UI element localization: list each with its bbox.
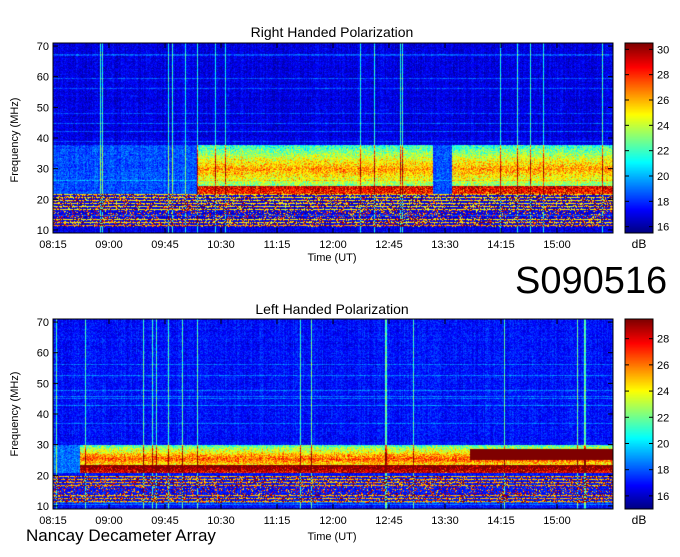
x-tick-label: 12:45 [375,239,403,251]
colorbar-tick-label: 28 [657,334,669,346]
x-tick-label: 09:45 [151,239,179,251]
y-tick-label: 30 [37,164,49,176]
lh-panel: Left Handed Polarization 08:15 09:00 09:45… [9,301,669,543]
x-tick-label: 13:30 [431,239,459,251]
colorbar-tick-label: 28 [657,70,669,82]
y-tick-label: 70 [37,317,49,329]
event-id-label: S090516 [515,260,668,302]
x-tick-label: 15:00 [543,515,571,527]
x-tick-label: 08:15 [39,239,67,251]
x-tick-label: 14:15 [487,515,515,527]
x-tick-label: 15:00 [543,239,571,251]
x-tick-label: 09:00 [95,239,123,251]
colorbar-tick-label: 24 [657,386,669,398]
colorbar-tick-label: 26 [657,95,669,107]
x-tick-label: 12:00 [319,239,347,251]
rh-colorbar-fo [625,43,653,233]
colorbar-tick-label: 24 [657,120,669,132]
lh-xlabel: Time (UT) [307,531,356,543]
colorbar-tick-label: 26 [657,360,669,372]
y-tick-label: 60 [37,72,49,84]
y-tick-label: 50 [37,378,49,390]
rh-colorbar-label: dB [632,237,647,251]
lh-colorbar-fo [625,319,653,509]
rh-title: Right Handed Polarization [251,24,414,40]
y-tick-label: 10 [37,225,49,237]
lh-title: Left Handed Polarization [255,301,408,317]
y-tick-label: 60 [37,348,49,360]
x-tick-label: 13:30 [431,515,459,527]
rh-spectrogram [53,43,613,233]
y-tick-label: 10 [37,501,49,513]
lh-colorbar [625,319,653,509]
rh-heatmap-fo [53,43,613,233]
x-tick-label: 14:15 [487,239,515,251]
y-tick-label: 30 [37,440,49,452]
colorbar-tick-label: 18 [657,196,669,208]
y-tick-label: 40 [37,133,49,145]
y-tick-label: 70 [37,41,49,53]
y-tick-label: 20 [37,194,49,206]
instrument-label: Nancay Decameter Array [26,526,216,545]
x-tick-label: 12:45 [375,515,403,527]
x-tick-label: 12:00 [319,515,347,527]
lh-ylabel: Frequency (MHz) [9,372,21,457]
colorbar-tick-label: 22 [657,146,669,158]
rh-colorbar [625,43,653,233]
y-tick-label: 40 [37,409,49,421]
colorbar-tick-label: 22 [657,412,669,424]
colorbar-tick-label: 18 [657,465,669,477]
x-tick-label: 10:30 [207,239,235,251]
lh-spectrogram [53,319,613,509]
lh-colorbar-label: dB [632,513,647,527]
x-tick-label: 11:15 [264,239,291,251]
lh-heatmap-fo [53,319,613,509]
x-tick-label: 11:15 [264,515,291,527]
rh-panel: Right Handed Polarization 08:15 09:00 09:4… [9,24,669,264]
colorbar-tick-label: 30 [657,44,669,56]
colorbar-tick-label: 16 [657,222,669,234]
spectrogram-figure: Right Handed Polarization 08:15 09:00 09:4… [0,0,680,552]
colorbar-tick-label: 20 [657,438,669,450]
rh-xlabel: Time (UT) [307,252,356,264]
colorbar-tick-label: 16 [657,491,669,503]
rh-ylabel: Frequency (MHz) [9,98,21,183]
y-tick-label: 20 [37,470,49,482]
y-tick-label: 50 [37,102,49,114]
colorbar-tick-label: 20 [657,171,669,183]
